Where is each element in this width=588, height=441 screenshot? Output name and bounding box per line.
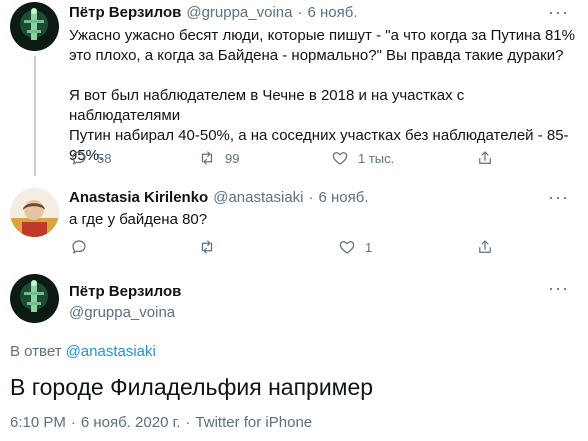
more-options-icon[interactable]: ··· (548, 187, 569, 208)
tweet-date[interactable]: 6 нояб. (307, 4, 357, 21)
retweet-button[interactable]: 99 (198, 149, 239, 167)
separator-dot: · (185, 414, 191, 431)
tweet-text-line: Путин набирал 40-50%, а на соседних учас… (69, 127, 569, 144)
heart-icon (332, 152, 348, 165)
reply-to-link[interactable]: @anastasiaki (66, 343, 156, 360)
author-handle[interactable]: @anastasiaki (213, 189, 303, 206)
retweet-icon (201, 151, 213, 165)
retweet-button[interactable] (198, 238, 216, 256)
author-name[interactable]: Пётр Верзилов (69, 4, 181, 21)
like-button[interactable]: 1 тыс. (331, 149, 394, 167)
avatar-verzilov[interactable] (10, 2, 59, 51)
share-button[interactable] (476, 238, 494, 256)
more-options-icon[interactable]: ··· (548, 278, 569, 299)
author-handle[interactable]: @gruppa_voina (186, 4, 292, 21)
tweet1-text: Ужасно ужасно бесят люди, которые пишут … (69, 26, 579, 166)
tweet-full-date[interactable]: 6 нояб. 2020 г. (81, 414, 181, 431)
author-name[interactable]: Anastasia Kirilenko (69, 189, 208, 206)
share-icon (479, 240, 491, 253)
avatar-image (10, 188, 59, 237)
avatar-kirilenko[interactable] (10, 188, 59, 237)
retweet-icon (201, 240, 213, 254)
reply-context: В ответ @anastasiaki (10, 343, 156, 360)
tweet-timestamp: 6:10 PM · 6 нояб. 2020 г. · Twitter for … (10, 414, 312, 431)
author-name[interactable]: Пётр Верзилов (69, 283, 181, 300)
tweet2-header: Anastasia Kirilenko @anastasiaki · 6 ноя… (69, 189, 369, 206)
avatar-image (10, 2, 59, 51)
tweet-time[interactable]: 6:10 PM (10, 414, 66, 431)
tweet-source[interactable]: Twitter for iPhone (195, 414, 312, 431)
heart-icon (339, 241, 355, 254)
reply-prefix: В ответ (10, 343, 62, 360)
avatar-verzilov[interactable] (10, 274, 59, 323)
separator-dot: · (70, 414, 76, 431)
separator-dot: · (308, 189, 314, 206)
main-tweet-text: В городе Филадельфия например (10, 374, 374, 400)
tweet-date[interactable]: 6 нояб. (319, 189, 369, 206)
reply-button[interactable]: 58 (70, 149, 111, 167)
tweet2-text: а где у байдена 80? (69, 211, 208, 228)
tweet-text-line: Я вот был наблюдателем в Чечне в 2018 и … (69, 87, 465, 124)
tweet-text-line: 95%. (69, 147, 104, 164)
more-options-icon[interactable]: ··· (548, 2, 569, 23)
reply-icon (72, 151, 86, 165)
thread-connector (34, 56, 36, 176)
tweet-text-line: Ужасно ужасно бесят люди, которые пишут … (69, 27, 575, 44)
share-button[interactable] (476, 149, 494, 167)
tweet-text-line: это плохо, а когда за Байдена - нормальн… (69, 47, 564, 64)
reply-button[interactable] (70, 238, 88, 256)
avatar-image (10, 274, 59, 323)
like-count: 1 (365, 239, 373, 255)
reply-icon (72, 240, 86, 254)
separator-dot: · (297, 4, 303, 21)
reply-count: 58 (97, 150, 112, 166)
retweet-count: 99 (225, 150, 240, 166)
like-count: 1 тыс. (358, 150, 395, 166)
share-icon (479, 151, 491, 164)
like-button[interactable]: 1 (338, 238, 372, 256)
tweet1-header: Пётр Верзилов @gruppa_voina · 6 нояб. (69, 4, 358, 21)
author-handle[interactable]: @gruppa_voina (69, 304, 175, 321)
